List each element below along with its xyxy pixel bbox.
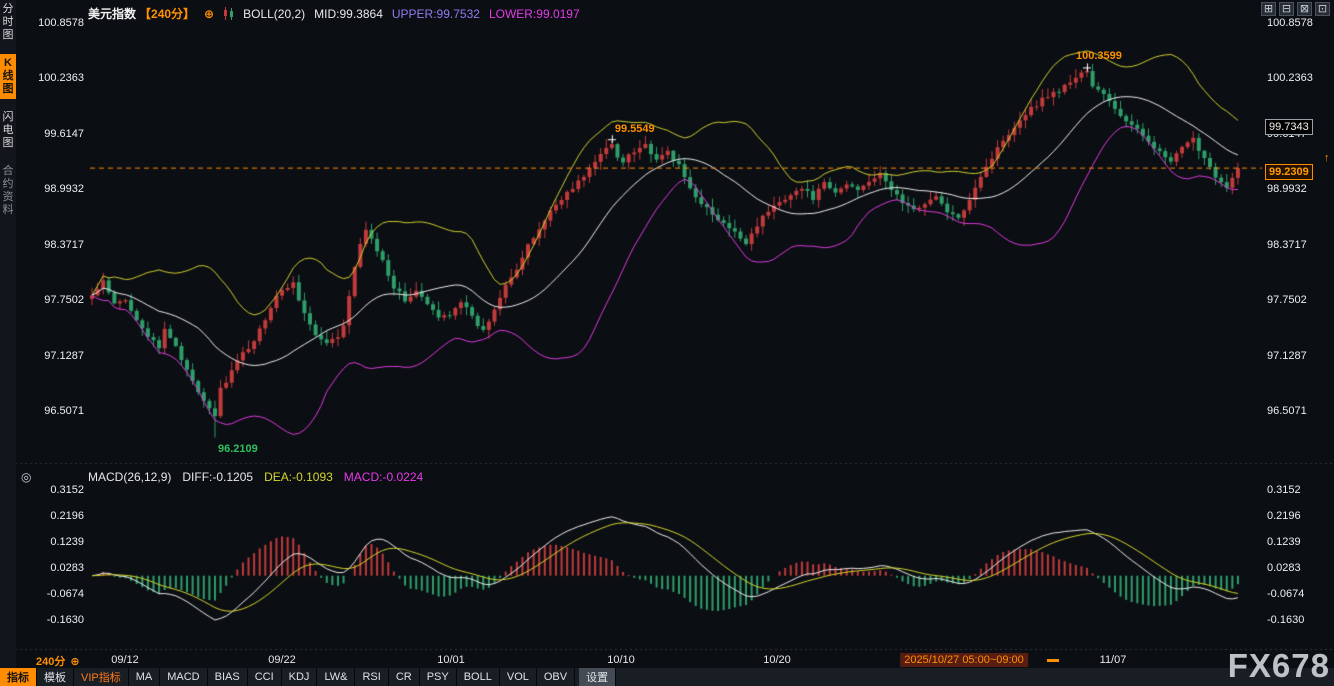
price-axis-label: 100.2363	[30, 72, 84, 84]
price-axis-label: 100.8578	[1267, 17, 1313, 29]
macd-bar-value: MACD:-0.0224	[344, 470, 423, 484]
x-axis-label: 10/01	[433, 653, 469, 667]
price-axis-label: 97.1287	[1267, 350, 1307, 362]
tab-VIP指标[interactable]: VIP指标	[74, 668, 129, 686]
left-sidebar: 分时图 K线图 闪电图 合约资料	[0, 0, 16, 686]
macd-axis-label: 0.1239	[1267, 536, 1301, 548]
macd-axis-label: -0.0674	[1267, 588, 1304, 600]
macd-axis-label: -0.1630	[1267, 614, 1304, 626]
price-axis-label: 100.8578	[30, 17, 84, 29]
macd-axis-label: 0.3152	[1267, 484, 1301, 496]
price-axis-label: 97.7502	[1267, 294, 1307, 306]
tab-VOL[interactable]: VOL	[500, 668, 537, 686]
tab-MA[interactable]: MA	[129, 668, 161, 686]
kline-chart-canvas[interactable]	[0, 0, 1334, 686]
tab-LW&[interactable]: LW&	[317, 668, 355, 686]
x-axis-label: 09/12	[107, 653, 143, 667]
macd-axis-label: -0.1630	[30, 614, 84, 626]
x-axis-label: 2025/10/27 05:00~09:00	[900, 653, 1028, 667]
current-bar-marker	[1047, 659, 1059, 662]
price-axis-label: 98.3717	[30, 239, 84, 251]
kline-icon	[223, 7, 234, 20]
macd-pane-icon[interactable]: ◎	[21, 470, 31, 484]
tab-KDJ[interactable]: KDJ	[282, 668, 318, 686]
macd-title: MACD(26,12,9)	[88, 470, 171, 484]
footer-period-label: 240分	[36, 653, 65, 669]
macd-diff-value: DIFF:-0.1205	[182, 470, 253, 484]
tab-BOLL[interactable]: BOLL	[457, 668, 500, 686]
price-axis-label: 97.7502	[30, 294, 84, 306]
layout-grid-icon[interactable]: ⊞	[1261, 2, 1276, 16]
layout-quad-icon[interactable]: ⊠	[1297, 2, 1312, 16]
watermark: FX678	[1228, 647, 1330, 685]
price-axis-label: 97.1287	[30, 350, 84, 362]
tab-BIAS[interactable]: BIAS	[208, 668, 248, 686]
annotation-low: 96.2109	[218, 443, 258, 455]
macd-axis-label: 0.2196	[30, 510, 84, 522]
tab-设置[interactable]: 设置	[579, 668, 616, 686]
price-axis-label: 96.5071	[1267, 405, 1307, 417]
boll-upper-value: UPPER:99.7532	[392, 7, 480, 21]
sidebar-item-flash-chart[interactable]: 闪电图	[0, 108, 16, 153]
macd-axis-label: -0.0674	[30, 588, 84, 600]
sidebar-item-kline-chart[interactable]: K线图	[0, 54, 16, 99]
annotation-high: 100.3599	[1076, 50, 1122, 62]
macd-axis-label: 0.0283	[1267, 562, 1301, 574]
window-layout-controls: ⊞ ⊟ ⊠ ⊡	[1261, 2, 1330, 16]
sidebar-item-contract-info[interactable]: 合约资料	[0, 162, 16, 220]
price-axis-label: 98.9932	[30, 183, 84, 195]
x-axis-label: 11/07	[1096, 653, 1131, 667]
x-axis-label: 10/20	[759, 653, 795, 667]
macd-axis-label: 0.1239	[30, 536, 84, 548]
boll-indicator-label: BOLL(20,2)	[243, 7, 305, 21]
annotation-swing-high: 99.5549	[615, 123, 655, 135]
macd-header: MACD(26,12,9) DIFF:-0.1205 DEA:-0.1093 M…	[88, 470, 423, 484]
macd-axis-label: 0.0283	[30, 562, 84, 574]
macd-dea-value: DEA:-0.1093	[264, 470, 333, 484]
symbol-name: 美元指数	[88, 5, 136, 22]
tab-MACD[interactable]: MACD	[160, 668, 207, 686]
period-label: 【240分】	[139, 5, 195, 22]
macd-axis-label: 0.3152	[30, 484, 84, 496]
price-tag-upper: 99.7343	[1265, 119, 1313, 135]
boll-lower-value: LOWER:99.0197	[489, 7, 580, 21]
tab-指标[interactable]: 指标	[0, 668, 37, 686]
macd-axis-label: 0.2196	[1267, 510, 1301, 522]
price-axis-label: 98.9932	[1267, 183, 1307, 195]
price-axis-label: 96.5071	[30, 405, 84, 417]
layout-single-icon[interactable]: ⊡	[1315, 2, 1330, 16]
price-axis-label: 98.3717	[1267, 239, 1307, 251]
indicator-tab-bar: 指标模板VIP指标MAMACDBIASCCIKDJLW&RSICRPSYBOLL…	[0, 668, 1334, 686]
tab-模板[interactable]: 模板	[37, 668, 74, 686]
boll-mid-value: MID:99.3864	[314, 7, 383, 21]
tab-RSI[interactable]: RSI	[355, 668, 388, 686]
x-axis-label: 10/10	[603, 653, 639, 667]
price-axis-label: 100.2363	[1267, 72, 1313, 84]
price-up-arrow-icon: ↑	[1324, 152, 1330, 164]
add-indicator-icon[interactable]: ⊕	[204, 7, 214, 21]
tab-OBV[interactable]: OBV	[537, 668, 575, 686]
footer-period-plus-icon[interactable]: ⊕	[70, 655, 79, 668]
price-axis-label: 99.6147	[30, 128, 84, 140]
footer-period[interactable]: 240分 ⊕	[36, 653, 80, 669]
sidebar-item-time-chart[interactable]: 分时图	[0, 0, 16, 45]
tab-CCI[interactable]: CCI	[248, 668, 282, 686]
x-axis-label: 09/22	[264, 653, 300, 667]
price-tag-current: 99.2309	[1265, 164, 1313, 180]
tab-PSY[interactable]: PSY	[420, 668, 457, 686]
chart-header: 美元指数 【240分】 ⊕ BOLL(20,2) MID:99.3864 UPP…	[88, 5, 580, 22]
tab-CR[interactable]: CR	[389, 668, 420, 686]
layout-split-icon[interactable]: ⊟	[1279, 2, 1294, 16]
